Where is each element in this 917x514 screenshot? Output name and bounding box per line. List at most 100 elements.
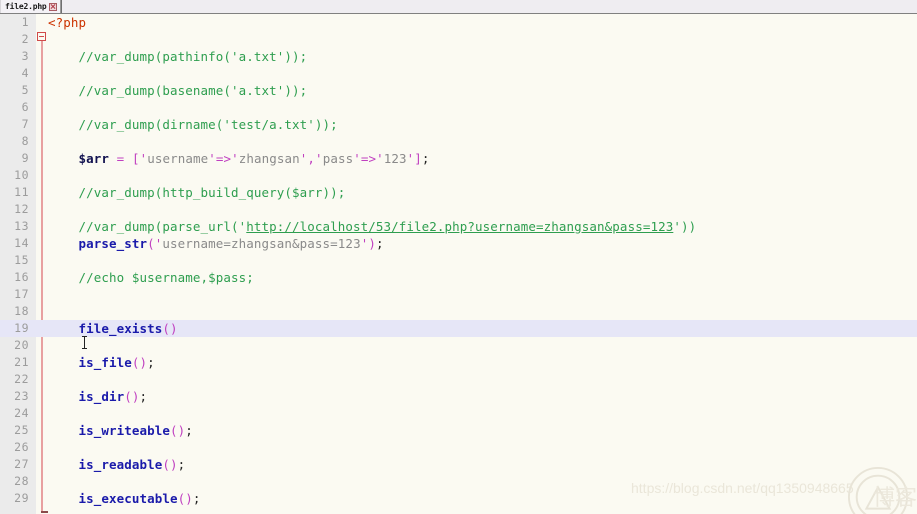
code-line[interactable]: 14 parse_str('username=zhangsan&pass=123… xyxy=(0,235,917,252)
token-plain: ; xyxy=(192,491,201,506)
code-line[interactable]: 26 xyxy=(0,439,917,456)
line-number: 3 xyxy=(21,49,29,63)
close-icon[interactable] xyxy=(48,2,57,11)
token-plain: ; xyxy=(177,457,186,472)
code-line[interactable]: 22 xyxy=(0,371,917,388)
code-line[interactable]: 29 is_executable(); xyxy=(0,490,917,507)
code-line[interactable]: 21 is_file(); xyxy=(0,354,917,371)
code-text[interactable]: //echo $username,$pass; xyxy=(48,269,917,286)
code-line[interactable]: 8 xyxy=(0,133,917,150)
tab-file2-php[interactable]: file2.php xyxy=(0,0,61,13)
line-number: 26 xyxy=(14,440,29,454)
code-line[interactable]: 12 xyxy=(0,201,917,218)
text-caret xyxy=(82,336,87,349)
code-line[interactable]: 10 xyxy=(0,167,917,184)
line-number: 8 xyxy=(21,134,29,148)
code-line[interactable]: 19 file_exists() xyxy=(0,320,917,337)
code-text[interactable]: is_file(); xyxy=(48,354,917,371)
code-line[interactable]: 1 <?php xyxy=(0,14,917,31)
token-op: => xyxy=(215,151,232,166)
code-line[interactable]: 23 is_dir(); xyxy=(0,388,917,405)
tab-bar-divider xyxy=(60,0,62,13)
line-number: 11 xyxy=(14,185,29,199)
code-line[interactable]: 17 xyxy=(0,286,917,303)
code-line[interactable]: 2 xyxy=(0,31,917,48)
code-line[interactable]: 16 //echo $username,$pass; xyxy=(0,269,917,286)
code-lines[interactable]: 1 <?php 2 3 //var_dump(pathinfo('a.txt')); 4… xyxy=(0,14,917,507)
line-number: 5 xyxy=(21,83,29,97)
code-line[interactable]: 7 //var_dump(dirname('test/a.txt')); xyxy=(0,116,917,133)
token-punc: () xyxy=(177,491,193,506)
line-number: 15 xyxy=(14,253,29,267)
line-number: 2 xyxy=(21,32,29,46)
token-str: pass xyxy=(322,151,354,166)
code-text[interactable]: is_executable(); xyxy=(48,490,917,507)
code-text[interactable]: //var_dump(basename('a.txt')); xyxy=(48,82,917,99)
code-line[interactable]: 13 //var_dump(parse_url('http://localhos… xyxy=(0,218,917,235)
line-number: 27 xyxy=(14,457,29,471)
token-punc: () xyxy=(162,321,178,336)
code-text[interactable]: is_dir(); xyxy=(48,388,917,405)
token-comment: //var_dump(pathinfo('a.txt')); xyxy=(78,49,308,64)
code-text[interactable]: <?php xyxy=(48,14,917,31)
token-punc: ' xyxy=(376,151,384,166)
line-number: 28 xyxy=(14,474,29,488)
token-comment: //var_dump(dirname('test/a.txt')); xyxy=(78,117,338,132)
code-line[interactable]: 24 xyxy=(0,405,917,422)
code-line[interactable]: 25 is_writeable(); xyxy=(0,422,917,439)
token-punc: ',' xyxy=(299,151,323,166)
token-comment: ')) xyxy=(673,219,697,234)
code-text[interactable]: //var_dump(http_build_query($arr)); xyxy=(48,184,917,201)
code-line[interactable]: 27 is_readable(); xyxy=(0,456,917,473)
code-line[interactable]: 15 xyxy=(0,252,917,269)
token-comment: //echo $username,$pass; xyxy=(78,270,254,285)
token-punc: () xyxy=(162,457,178,472)
code-text[interactable]: $arr = ['username'=>'zhangsan','pass'=>'… xyxy=(48,150,917,167)
code-text[interactable]: //var_dump(dirname('test/a.txt')); xyxy=(48,116,917,133)
code-text[interactable]: file_exists() xyxy=(48,320,917,337)
token-func: is_executable xyxy=(78,491,178,506)
token-func: parse_str xyxy=(78,236,148,251)
code-text[interactable]: //var_dump(pathinfo('a.txt')); xyxy=(48,48,917,65)
token-punc: '] xyxy=(406,151,422,166)
code-text[interactable]: is_readable(); xyxy=(48,456,917,473)
line-number: 21 xyxy=(14,355,29,369)
code-line[interactable]: 3 //var_dump(pathinfo('a.txt')); xyxy=(0,48,917,65)
token-punc: [' xyxy=(131,151,148,166)
token-comment: //var_dump(parse_url(' xyxy=(78,219,247,234)
token-func: is_dir xyxy=(78,389,125,404)
code-line[interactable]: 18 xyxy=(0,303,917,320)
code-line[interactable]: 20 xyxy=(0,337,917,354)
code-line[interactable]: 11 //var_dump(http_build_query($arr)); xyxy=(0,184,917,201)
token-punc: ' xyxy=(353,151,361,166)
token-punc: () xyxy=(170,423,186,438)
code-line[interactable]: 4 xyxy=(0,65,917,82)
line-number: 22 xyxy=(14,372,29,386)
code-line[interactable]: 5 //var_dump(basename('a.txt')); xyxy=(0,82,917,99)
token-plain: ; xyxy=(139,389,148,404)
token-plain: ; xyxy=(421,151,430,166)
line-number: 9 xyxy=(21,151,29,165)
code-text[interactable]: parse_str('username=zhangsan&pass=123'); xyxy=(48,235,917,252)
code-line[interactable]: 9 $arr = ['username'=>'zhangsan','pass'=… xyxy=(0,150,917,167)
token-tag: <?php xyxy=(48,15,87,30)
token-comment: //var_dump(basename('a.txt')); xyxy=(78,83,308,98)
line-number: 18 xyxy=(14,304,29,318)
token-str: username xyxy=(147,151,209,166)
code-text[interactable]: //var_dump(parse_url('http://localhost/5… xyxy=(48,218,917,235)
code-line[interactable]: 6 xyxy=(0,99,917,116)
code-editor[interactable]: 1 <?php 2 3 //var_dump(pathinfo('a.txt')); 4… xyxy=(0,14,917,514)
token-punc: () xyxy=(131,355,148,370)
code-line[interactable]: 28 xyxy=(0,473,917,490)
line-number: 14 xyxy=(14,236,29,250)
code-text[interactable]: is_writeable(); xyxy=(48,422,917,439)
token-var: $arr xyxy=(78,151,110,166)
